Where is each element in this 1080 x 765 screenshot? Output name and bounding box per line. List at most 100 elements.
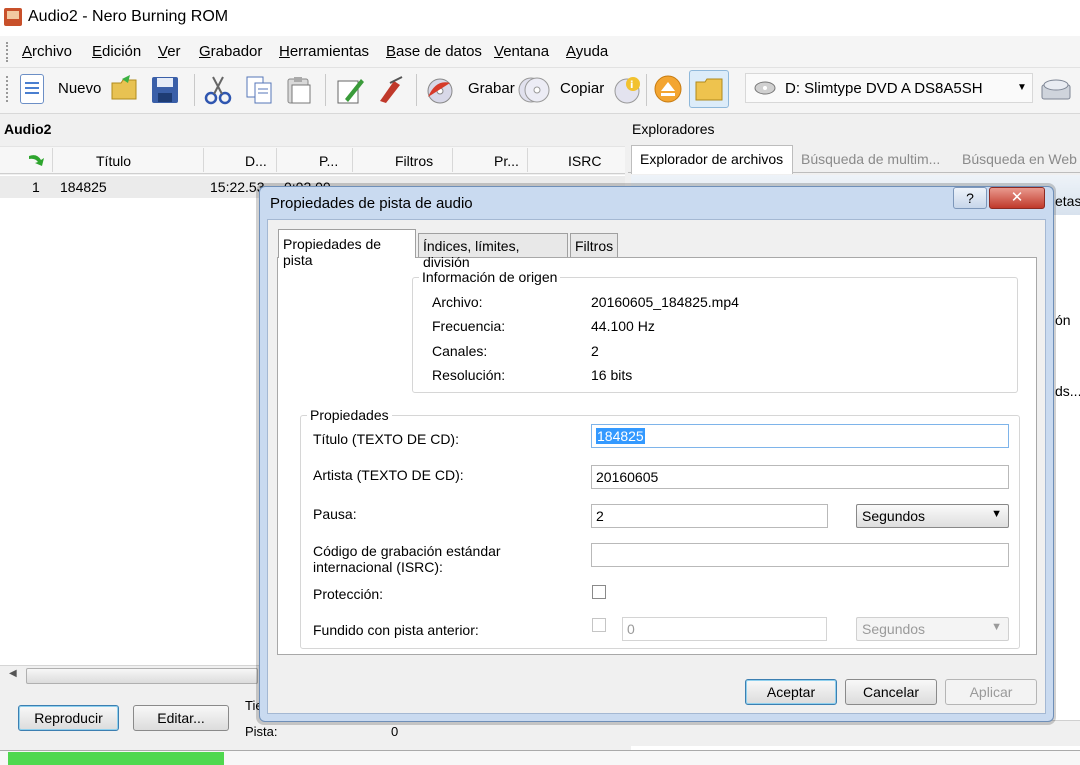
menu-ventana[interactable]: Ventana — [494, 43, 549, 60]
tab-multimedia-search[interactable]: Búsqueda de multim... — [801, 151, 940, 167]
edit-button[interactable]: Editar... — [133, 705, 229, 731]
column-pr[interactable]: Pr... — [494, 153, 519, 169]
cd-text-artist-label: Artista (TEXTO DE CD): — [313, 467, 464, 483]
track-number: 1 — [32, 179, 40, 195]
resolution-label: Resolución: — [432, 367, 506, 383]
chevron-down-icon[interactable]: ▼ — [1017, 82, 1027, 93]
copy-disc-icon[interactable] — [518, 75, 550, 103]
drive-icon — [753, 78, 777, 101]
cd-text-title-value: 184825 — [596, 428, 645, 444]
crossfade-input[interactable]: 0 — [622, 617, 827, 641]
tab-web-search[interactable]: Búsqueda en Web — [962, 151, 1077, 167]
properties-title: Propiedades — [307, 407, 392, 423]
explorer-peek-text: ds... — [1055, 383, 1080, 399]
crossfade-unit-value: Segundos — [862, 621, 926, 637]
new-document-icon[interactable] — [20, 74, 44, 104]
scroll-left-arrow-icon[interactable]: ◀ — [9, 668, 17, 679]
explorer-toggle-button[interactable] — [689, 70, 729, 108]
column-isrc[interactable]: ISRC — [568, 153, 601, 169]
paste-clipboard-icon[interactable] — [284, 75, 312, 104]
chevron-down-icon: ▼ — [991, 621, 1002, 633]
column-divider — [52, 148, 53, 172]
isrc-input[interactable] — [591, 543, 1009, 567]
source-info-title: Información de origen — [419, 269, 561, 285]
protection-checkbox[interactable] — [592, 585, 606, 599]
save-disk-icon[interactable] — [150, 75, 178, 103]
apply-button[interactable]: Aplicar — [945, 679, 1037, 705]
dialog-title: Propiedades de pista de audio — [270, 195, 473, 212]
menu-ayuda[interactable]: Ayuda — [566, 43, 608, 60]
track-count-value: 0 — [391, 724, 399, 739]
explorers-title: Exploradores — [632, 121, 715, 137]
eject-icon[interactable] — [653, 74, 682, 103]
scroll-thumb[interactable] — [26, 668, 258, 684]
menu-grip — [6, 42, 9, 62]
edit-pencil-icon[interactable] — [335, 75, 364, 104]
menu-archivo[interactable]: Archivo — [22, 43, 72, 60]
burn-button-label[interactable]: Grabar — [468, 80, 515, 97]
copy-pages-icon[interactable] — [244, 75, 272, 104]
tab-indexes[interactable]: Índices, límites, división — [418, 233, 568, 270]
tab-track-properties[interactable]: Propiedades de pista — [278, 229, 416, 268]
track-list-header — [0, 146, 625, 174]
column-filtros[interactable]: Filtros — [395, 153, 433, 169]
toolbar-separator — [194, 74, 195, 106]
disc-info-icon[interactable]: i — [612, 75, 640, 104]
chevron-down-icon: ▼ — [991, 508, 1002, 520]
menu-edicion[interactable]: Edición — [92, 43, 141, 60]
capacity-fill — [8, 752, 224, 765]
source-file-value: 20160605_184825.mp4 — [591, 294, 739, 310]
drive-label: D: Slimtype DVD A DS8A5SH — [785, 80, 983, 97]
menu-base-de-datos[interactable]: Base de datos — [386, 43, 482, 60]
close-icon[interactable]: ✕ — [989, 187, 1045, 209]
play-button[interactable]: Reproducir — [18, 705, 119, 731]
column-divider — [203, 148, 204, 172]
svg-text:i: i — [630, 80, 633, 91]
channels-label: Canales: — [432, 343, 488, 359]
column-divider — [276, 148, 277, 172]
drive-properties-icon[interactable] — [1040, 75, 1071, 103]
sample-rate-label: Frecuencia: — [432, 318, 506, 334]
explorer-peek-text: etas — [1055, 193, 1080, 209]
open-folder-icon[interactable] — [110, 75, 138, 103]
tab-filters[interactable]: Filtros — [570, 233, 618, 257]
toolbar-separator — [325, 74, 326, 106]
pause-unit-value: Segundos — [862, 508, 926, 524]
isrc-label: Código de grabación estándar internacion… — [313, 543, 501, 575]
toolbar-separator — [416, 74, 417, 106]
cd-text-artist-input[interactable]: 20160605 — [591, 465, 1009, 489]
new-button-label[interactable]: Nuevo — [58, 80, 101, 97]
crossfade-checkbox[interactable] — [592, 618, 606, 632]
order-arrow-icon[interactable] — [27, 152, 47, 171]
erase-icon[interactable] — [376, 75, 404, 103]
cd-text-title-input[interactable]: 184825 — [591, 424, 1009, 448]
help-icon[interactable]: ? — [953, 187, 987, 209]
copy-button-label[interactable]: Copiar — [560, 80, 604, 97]
menu-grabador[interactable]: Grabador — [199, 43, 262, 60]
column-duracion[interactable]: D... — [245, 153, 267, 169]
tab-file-explorer[interactable]: Explorador de archivos — [640, 151, 783, 167]
menu-herramientas[interactable]: Herramientas — [279, 43, 369, 60]
folder-icon — [695, 78, 723, 101]
crossfade-unit-select[interactable]: Segundos ▼ — [856, 617, 1009, 641]
pause-input[interactable]: 2 — [591, 504, 828, 528]
protection-label: Protección: — [313, 586, 384, 602]
ok-button[interactable]: Aceptar — [745, 679, 837, 705]
pause-unit-select[interactable]: Segundos ▼ — [856, 504, 1009, 528]
cd-text-title-label: Título (TEXTO DE CD): — [313, 431, 459, 447]
cut-scissors-icon[interactable] — [203, 75, 232, 105]
cancel-button[interactable]: Cancelar — [845, 679, 937, 705]
compilation-title: Audio2 — [4, 121, 52, 137]
pause-label: Pausa: — [313, 506, 357, 522]
sample-rate-value: 44.100 Hz — [591, 318, 655, 334]
column-pausa[interactable]: P... — [319, 153, 338, 169]
crossfade-label: Fundido con pista anterior: — [313, 622, 479, 638]
column-titulo[interactable]: Título — [96, 153, 131, 169]
source-file-label: Archivo: — [432, 294, 483, 310]
track-title: 184825 — [60, 179, 107, 195]
burn-disc-icon[interactable] — [426, 75, 454, 104]
resolution-value: 16 bits — [591, 367, 633, 383]
track-count-label: Pista: — [245, 724, 278, 739]
menu-ver[interactable]: Ver — [158, 43, 181, 60]
toolbar-grip — [6, 76, 9, 102]
